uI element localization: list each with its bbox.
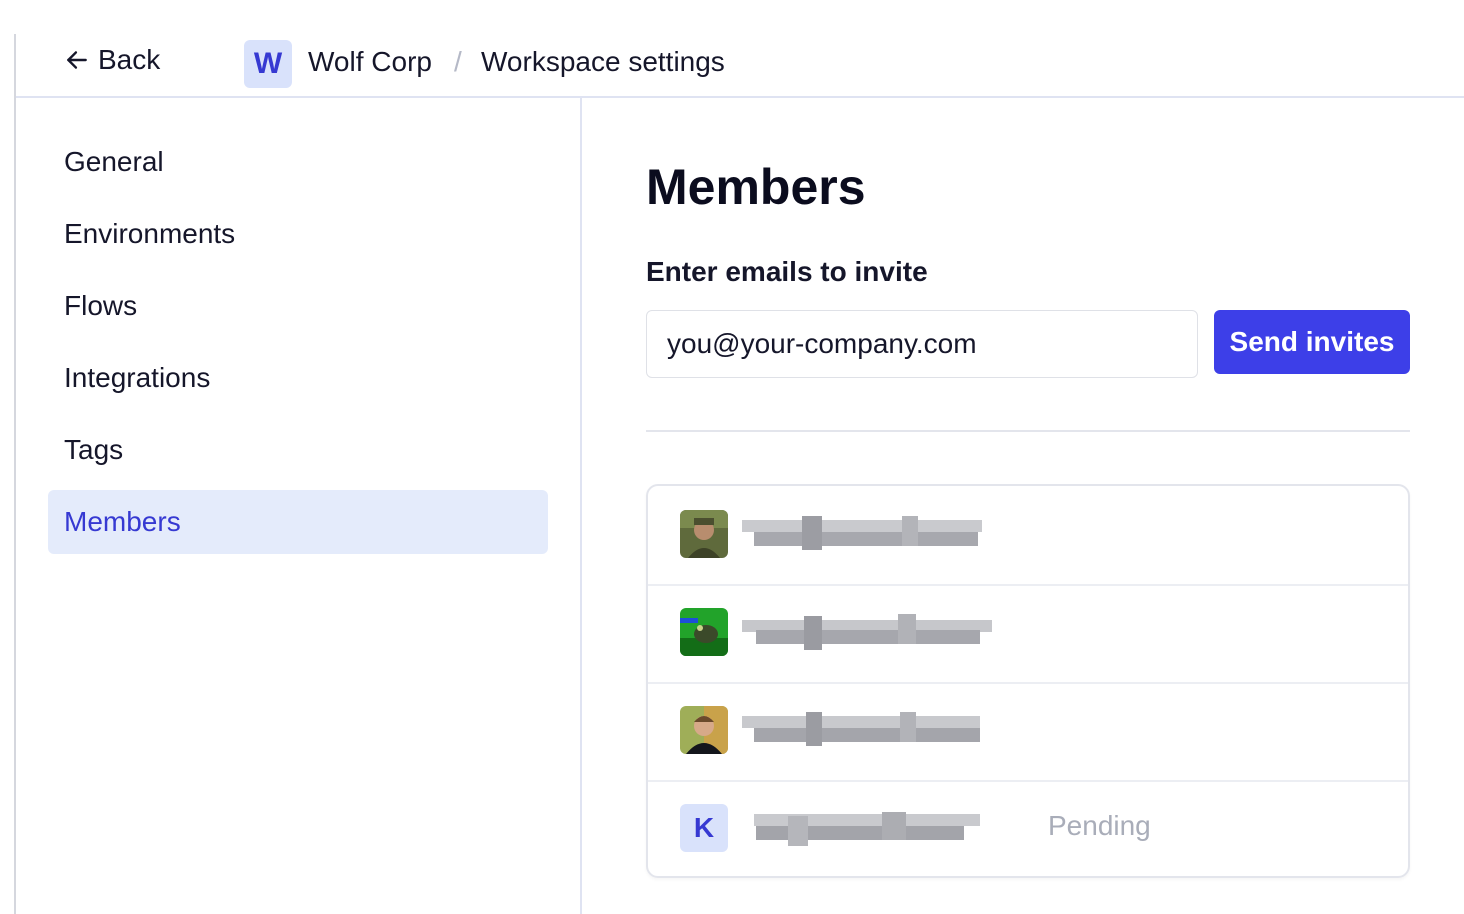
person-photo-icon bbox=[680, 706, 728, 754]
member-avatar-initial: K bbox=[680, 804, 728, 852]
sidebar-item-environments[interactable]: Environments bbox=[48, 202, 548, 266]
member-row bbox=[648, 584, 1408, 684]
section-divider bbox=[646, 430, 1410, 432]
member-row bbox=[648, 682, 1408, 782]
settings-sidebar: General Environments Flows Integrations … bbox=[16, 98, 582, 914]
sidebar-item-members[interactable]: Members bbox=[48, 490, 548, 554]
members-list: K Pending bbox=[646, 484, 1410, 878]
member-avatar bbox=[680, 706, 728, 754]
back-label: Back bbox=[98, 44, 161, 75]
member-name-redacted bbox=[742, 516, 982, 552]
invite-email-input[interactable] bbox=[646, 310, 1198, 378]
sidebar-item-general[interactable]: General bbox=[48, 130, 548, 194]
top-bar: Back W Wolf Corp / Workspace settings bbox=[16, 0, 1464, 98]
breadcrumb-current-page: Workspace settings bbox=[481, 46, 725, 77]
sidebar-item-integrations[interactable]: Integrations bbox=[48, 346, 548, 410]
send-invites-button[interactable]: Send invites bbox=[1214, 310, 1410, 374]
member-avatar bbox=[680, 608, 728, 656]
member-row bbox=[648, 486, 1408, 586]
invite-label: Enter emails to invite bbox=[646, 256, 928, 287]
member-name-redacted bbox=[742, 614, 992, 650]
arrow-left-icon bbox=[67, 51, 87, 69]
breadcrumb-separator: / bbox=[454, 46, 462, 77]
member-name-redacted bbox=[742, 712, 982, 748]
member-avatar bbox=[680, 510, 728, 558]
frog-photo-icon bbox=[680, 608, 728, 656]
page-title: Members bbox=[646, 159, 866, 215]
person-photo-icon bbox=[680, 510, 728, 558]
member-name-redacted bbox=[742, 810, 982, 846]
status-pending: Pending bbox=[1048, 810, 1151, 841]
back-button[interactable]: Back bbox=[64, 44, 160, 76]
sidebar-item-tags[interactable]: Tags bbox=[48, 418, 548, 482]
sidebar-item-flows[interactable]: Flows bbox=[48, 274, 548, 338]
breadcrumb-workspace[interactable]: Wolf Corp bbox=[308, 46, 432, 78]
workspace-avatar: W bbox=[244, 40, 292, 88]
window-left-edge bbox=[0, 0, 14, 914]
member-row: K Pending bbox=[648, 780, 1408, 876]
